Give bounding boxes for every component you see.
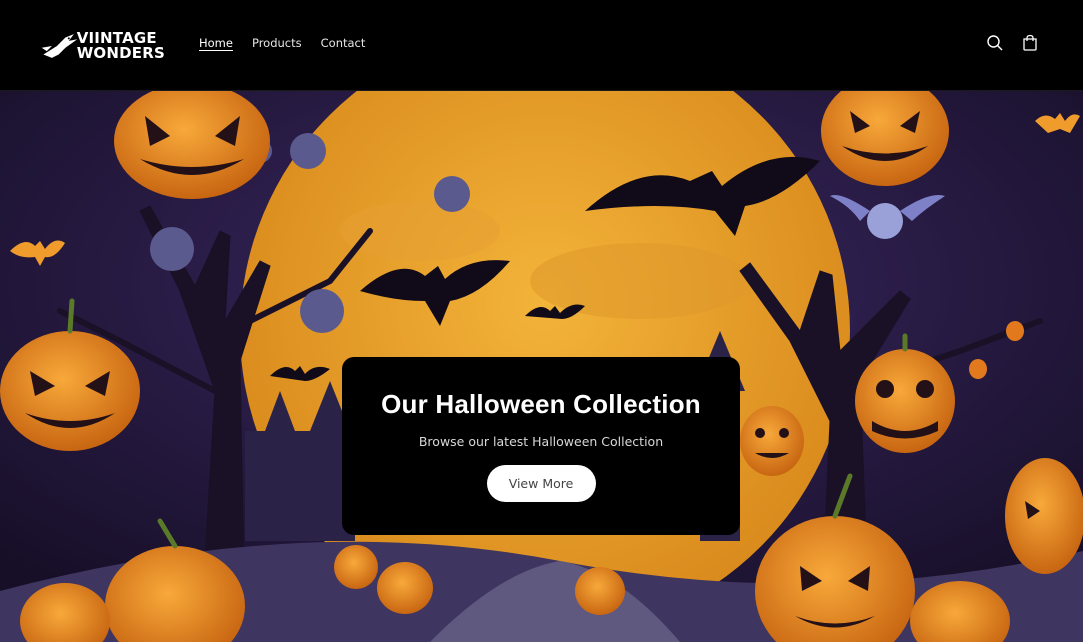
hero-banner: Our Halloween Collection Browse our late…: [0, 91, 1083, 642]
brand-name: VIINTAGE WONDERS: [77, 31, 165, 61]
search-icon[interactable]: [986, 34, 1004, 52]
nav-contact[interactable]: Contact: [321, 36, 366, 50]
cart-icon[interactable]: [1021, 34, 1039, 52]
hero-title: Our Halloween Collection: [381, 389, 701, 419]
view-more-button[interactable]: View More: [486, 465, 596, 502]
hummingbird-icon: [41, 34, 78, 58]
brand-logo[interactable]: VIINTAGE WONDERS: [40, 26, 165, 66]
header-icons: [986, 34, 1039, 52]
nav-home[interactable]: Home: [199, 36, 233, 50]
hero-card: Our Halloween Collection Browse our late…: [342, 357, 740, 535]
hero-subtitle: Browse our latest Halloween Collection: [418, 434, 664, 449]
nav-products[interactable]: Products: [252, 36, 302, 50]
site-header: VIINTAGE WONDERS Home Products Contact: [0, 0, 1083, 91]
main-nav: Home Products Contact: [199, 36, 365, 50]
brand-line2: WONDERS: [76, 44, 165, 62]
